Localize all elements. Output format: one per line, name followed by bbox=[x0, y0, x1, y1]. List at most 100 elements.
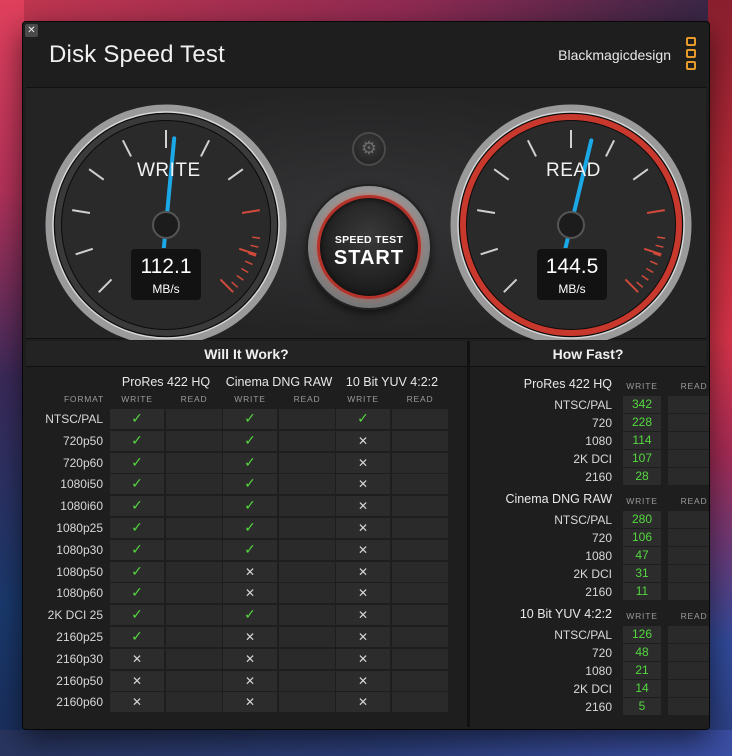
how-fast-codec-title: Cinema DNG RAW bbox=[505, 492, 613, 506]
read-fps-value bbox=[668, 450, 709, 467]
cross-icon: ✕ bbox=[336, 692, 390, 713]
write-fps-value: 14 bbox=[623, 680, 661, 697]
cross-icon: ✕ bbox=[223, 692, 277, 713]
check-icon: ✓ bbox=[110, 430, 164, 451]
cross-icon: ✕ bbox=[223, 583, 277, 604]
resolution-label: 2K DCI bbox=[573, 567, 612, 581]
write-gauge-label: WRITE bbox=[137, 160, 201, 181]
read-result-cell bbox=[279, 474, 335, 495]
resolution-label: 720 bbox=[591, 646, 612, 660]
format-label: 720p60 bbox=[62, 455, 103, 470]
write-column-header: WRITE bbox=[347, 394, 379, 404]
cross-icon: ✕ bbox=[223, 648, 277, 669]
check-icon: ✓ bbox=[223, 474, 277, 495]
cross-icon: ✕ bbox=[336, 627, 390, 647]
read-result-cell bbox=[166, 670, 222, 691]
read-result-cell bbox=[166, 474, 222, 495]
read-result-cell bbox=[166, 692, 222, 713]
read-result-cell bbox=[392, 561, 448, 582]
format-label: 2160p25 bbox=[56, 630, 103, 644]
read-readout: 144.5 MB/s bbox=[536, 248, 608, 301]
cross-icon: ✕ bbox=[336, 583, 390, 604]
cross-icon: ✕ bbox=[223, 627, 277, 647]
read-result-cell bbox=[392, 409, 448, 429]
read-result-cell bbox=[392, 474, 448, 495]
speed-test-start-button[interactable]: SPEED TEST START bbox=[308, 186, 430, 308]
format-label: 2160p30 bbox=[56, 651, 103, 666]
read-result-cell bbox=[279, 452, 335, 473]
start-button-face[interactable]: SPEED TEST START bbox=[317, 195, 421, 299]
cross-icon: ✕ bbox=[110, 670, 164, 691]
resolution-label: 2160 bbox=[585, 700, 612, 714]
read-result-cell bbox=[392, 692, 448, 713]
write-readout: 112.1 MB/s bbox=[130, 248, 202, 301]
read-fps-value bbox=[668, 396, 709, 413]
how-fast-read-header: READ bbox=[680, 381, 708, 391]
resolution-label: 2K DCI bbox=[573, 682, 612, 696]
read-result-cell bbox=[392, 430, 448, 451]
read-result-cell bbox=[279, 648, 335, 669]
write-fps-value: 228 bbox=[623, 414, 661, 431]
check-icon: ✓ bbox=[110, 605, 164, 626]
codec-title: Cinema DNG RAW bbox=[225, 375, 333, 389]
read-result-cell bbox=[279, 605, 335, 626]
close-icon[interactable]: ✕ bbox=[25, 24, 38, 37]
check-icon: ✓ bbox=[223, 518, 277, 538]
codec-title: ProRes 422 HQ bbox=[121, 375, 211, 389]
format-label: 1080p60 bbox=[56, 586, 103, 601]
cross-icon: ✕ bbox=[336, 496, 390, 517]
how-fast-codec-title: ProRes 422 HQ bbox=[523, 377, 612, 391]
how-fast-write-header: WRITE bbox=[626, 611, 658, 621]
read-result-cell bbox=[279, 583, 335, 604]
format-label: 1080i50 bbox=[60, 477, 103, 492]
write-fps-value: 106 bbox=[623, 529, 661, 546]
read-result-cell bbox=[166, 452, 222, 473]
read-fps-value bbox=[668, 626, 709, 643]
read-result-cell bbox=[166, 539, 222, 560]
how-fast-heading: How Fast? bbox=[470, 341, 706, 367]
app-window: ✕ Disk Speed Test Blackmagicdesign WRITE… bbox=[23, 22, 709, 729]
settings-gear-icon[interactable]: ⚙ bbox=[352, 132, 386, 166]
resolution-label: 1080 bbox=[585, 664, 612, 678]
write-speed-unit: MB/s bbox=[152, 282, 180, 296]
gauge-panel: WRITE 112.1 MB/s READ 144.5 MB/s ⚙ SPEED… bbox=[26, 87, 706, 340]
check-icon: ✓ bbox=[223, 539, 277, 560]
read-result-cell bbox=[279, 627, 335, 647]
check-icon: ✓ bbox=[223, 496, 277, 517]
brand-wordmark: Blackmagicdesign bbox=[558, 47, 671, 63]
write-fps-value: 114 bbox=[623, 432, 661, 449]
read-result-cell bbox=[392, 539, 448, 560]
read-result-cell bbox=[392, 452, 448, 473]
how-fast-read-header: READ bbox=[680, 611, 708, 621]
cross-icon: ✕ bbox=[336, 452, 390, 473]
read-fps-value bbox=[668, 680, 709, 697]
resolution-label: 720 bbox=[591, 416, 612, 430]
write-fps-value: 11 bbox=[623, 583, 661, 600]
read-fps-value bbox=[668, 583, 709, 600]
write-gauge-hub bbox=[152, 211, 180, 239]
check-icon: ✓ bbox=[223, 409, 277, 429]
read-result-cell bbox=[166, 561, 222, 582]
check-icon: ✓ bbox=[223, 452, 277, 473]
check-icon: ✓ bbox=[110, 561, 164, 582]
read-fps-value bbox=[668, 698, 709, 715]
format-label: 2160p60 bbox=[56, 695, 103, 710]
format-label: 2160p50 bbox=[56, 673, 103, 688]
cross-icon: ✕ bbox=[336, 605, 390, 626]
read-fps-value bbox=[668, 565, 709, 582]
format-label: 1080p30 bbox=[56, 542, 103, 557]
read-result-cell bbox=[279, 670, 335, 691]
how-fast-table: ProRes 422 HQ WRITE READ NTSC/PAL 342 720 228 1… bbox=[470, 368, 709, 726]
read-result-cell bbox=[166, 605, 222, 626]
read-result-cell bbox=[279, 430, 335, 451]
how-fast-read-header: READ bbox=[680, 496, 708, 506]
cross-icon: ✕ bbox=[223, 561, 277, 582]
read-fps-value bbox=[668, 468, 709, 485]
read-result-cell bbox=[392, 583, 448, 604]
format-label: 1080i60 bbox=[60, 499, 103, 514]
desktop-wallpaper-bottom bbox=[0, 730, 732, 756]
app-title: Disk Speed Test bbox=[49, 41, 225, 68]
read-gauge-label: READ bbox=[546, 160, 601, 181]
write-fps-value: 28 bbox=[623, 468, 661, 485]
cross-icon: ✕ bbox=[336, 561, 390, 582]
